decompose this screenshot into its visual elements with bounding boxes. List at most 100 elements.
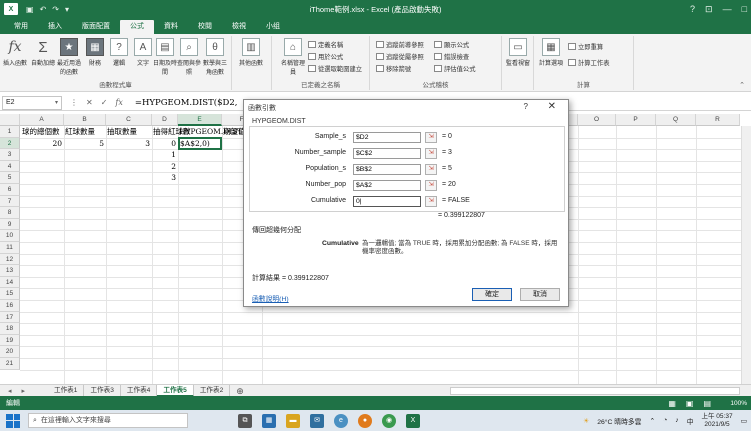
row-header-18[interactable]: 18	[0, 323, 20, 335]
row-header-6[interactable]: 6	[0, 184, 20, 196]
range-picker-icon[interactable]: ⇲	[425, 148, 437, 159]
datetime-button[interactable]: ▤ 日期及時間	[152, 38, 178, 76]
excel-taskbar-icon[interactable]: X	[406, 413, 420, 428]
arg-input-sample-s[interactable]: $D2	[353, 132, 421, 143]
cell-d3[interactable]: 1	[152, 149, 178, 161]
name-box[interactable]: E2 ▾	[2, 95, 62, 110]
row-header-11[interactable]: 11	[0, 242, 20, 254]
chrome-icon[interactable]: ◉	[382, 413, 396, 428]
arg-input-number-sample[interactable]: $C$2	[353, 148, 421, 159]
evaluate-formula-button[interactable]: 評估值公式	[434, 64, 475, 73]
firefox-icon[interactable]: ●	[358, 413, 372, 428]
zoom-level[interactable]: 100%	[730, 400, 747, 407]
row-header-4[interactable]: 4	[0, 160, 20, 173]
range-picker-icon[interactable]: ⇲	[425, 180, 437, 191]
watch-window-button[interactable]: ▭ 監看視窗	[505, 38, 531, 67]
cell-a1[interactable]: 球的總個數	[22, 126, 60, 138]
sheet-tab-3[interactable]: 工作表3	[84, 384, 121, 397]
define-name-button[interactable]: 定義名稱	[308, 40, 343, 49]
save-icon[interactable]: ▣	[26, 5, 34, 14]
tab-formulas[interactable]: 公式	[120, 20, 154, 34]
arg-input-number-pop[interactable]: $A$2	[353, 180, 421, 191]
edge-icon[interactable]: e	[334, 413, 348, 428]
sheet-tab-4[interactable]: 工作表4	[121, 384, 158, 397]
recent-functions-button[interactable]: ★ 最近用過的函數	[56, 38, 82, 76]
create-from-selection-button[interactable]: 從選取範圍建立	[308, 64, 362, 73]
cancel-button[interactable]: 取消	[520, 288, 560, 301]
maximize-button[interactable]: □	[742, 4, 747, 14]
insert-function-button[interactable]: fx 插入函數	[2, 38, 28, 67]
row-header-21[interactable]: 21	[0, 358, 20, 370]
cell-a2[interactable]: 20	[20, 138, 64, 150]
range-picker-icon[interactable]: ⇲	[425, 196, 437, 207]
select-all-corner[interactable]	[0, 114, 20, 126]
arg-input-cumulative[interactable]: 0|	[353, 196, 421, 207]
ok-button[interactable]: 確定	[472, 288, 512, 301]
cell-d4[interactable]: 2	[152, 161, 178, 173]
cell-c1[interactable]: 抽取數量	[107, 126, 137, 138]
help-button[interactable]: ?	[690, 4, 695, 14]
notification-icon[interactable]: ▭	[741, 417, 747, 425]
row-header-17[interactable]: 17	[0, 311, 20, 324]
cell-b1[interactable]: 紅球數量	[65, 126, 95, 138]
col-header-p[interactable]: P	[616, 114, 656, 126]
redo-icon[interactable]: ↷	[52, 5, 59, 14]
col-header-o[interactable]: O	[578, 114, 616, 126]
row-header-3[interactable]: 3	[0, 149, 20, 161]
row-header-12[interactable]: 12	[0, 253, 20, 266]
col-header-b[interactable]: B	[64, 114, 106, 126]
col-header-a[interactable]: A	[20, 114, 64, 126]
page-break-view-icon[interactable]: ▤	[703, 399, 711, 408]
function-help-link[interactable]: 函數說明(H)	[252, 293, 289, 303]
cell-e2[interactable]: $A$2,0)	[180, 138, 210, 150]
tab-home[interactable]: 常用	[4, 20, 38, 34]
task-view-icon[interactable]: ⧉	[238, 413, 252, 428]
col-header-e[interactable]: E	[178, 114, 222, 126]
normal-view-icon[interactable]: ▦	[668, 399, 676, 408]
cell-c2[interactable]: 3	[106, 138, 152, 150]
financial-button[interactable]: ▦ 財務	[82, 38, 108, 67]
ribbon-display-button[interactable]: ⊡	[705, 4, 713, 15]
page-layout-view-icon[interactable]: ▣	[686, 399, 694, 408]
add-sheet-button[interactable]: ⊕	[230, 385, 250, 397]
tray-chevron-up-icon[interactable]: ⌃	[649, 417, 655, 425]
row-header-20[interactable]: 20	[0, 346, 20, 358]
tab-view[interactable]: 檢視	[222, 20, 256, 34]
row-header-15[interactable]: 15	[0, 288, 20, 300]
autosum-button[interactable]: Σ 自動加總	[30, 38, 56, 68]
row-header-2[interactable]: 2	[0, 137, 20, 150]
sheet-tab-1[interactable]: 工作表1	[48, 384, 85, 397]
ime-indicator[interactable]: 中	[687, 416, 694, 426]
clock[interactable]: 上午 05:37 2021/9/5	[702, 413, 733, 429]
network-icon[interactable]: ◔	[663, 417, 667, 424]
cell-b2[interactable]: 5	[64, 138, 106, 150]
row-header-16[interactable]: 16	[0, 300, 20, 312]
row-header-10[interactable]: 10	[0, 230, 20, 242]
windows-start-icon[interactable]	[6, 413, 20, 428]
row-header-19[interactable]: 19	[0, 334, 20, 347]
math-button[interactable]: θ 數學與三角函數	[202, 38, 228, 76]
tab-review[interactable]: 校閱	[188, 20, 222, 34]
mail-icon[interactable]: ✉	[310, 413, 324, 428]
horizontal-scrollbar[interactable]	[450, 387, 740, 395]
vertical-scrollbar[interactable]	[741, 126, 751, 384]
next-sheet-icon[interactable]: ▸	[22, 387, 26, 395]
prev-sheet-icon[interactable]: ◂	[8, 387, 12, 395]
tab-group[interactable]: 小组	[256, 20, 290, 34]
customize-qa-icon[interactable]: ▾	[65, 5, 69, 14]
file-explorer-icon[interactable]: ▬	[286, 413, 300, 428]
col-header-q[interactable]: Q	[656, 114, 696, 126]
range-picker-icon[interactable]: ⇲	[425, 164, 437, 175]
dialog-help-button[interactable]: ?	[524, 102, 528, 111]
calc-options-button[interactable]: ▦ 計算選項	[538, 38, 564, 67]
more-functions-button[interactable]: ▥ 其他函數	[238, 38, 264, 67]
row-header-13[interactable]: 13	[0, 265, 20, 277]
col-header-d[interactable]: D	[152, 114, 178, 126]
arg-input-population-s[interactable]: $B$2	[353, 164, 421, 175]
formula-input[interactable]: =HYPGEOM.DIST($D2,	[135, 98, 238, 108]
row-header-8[interactable]: 8	[0, 207, 20, 219]
name-manager-button[interactable]: ⌂ 名稱管理員	[280, 38, 306, 76]
row-header-14[interactable]: 14	[0, 276, 20, 289]
collapse-ribbon-icon[interactable]: ⌃	[739, 81, 745, 89]
tab-data[interactable]: 資料	[154, 20, 188, 34]
